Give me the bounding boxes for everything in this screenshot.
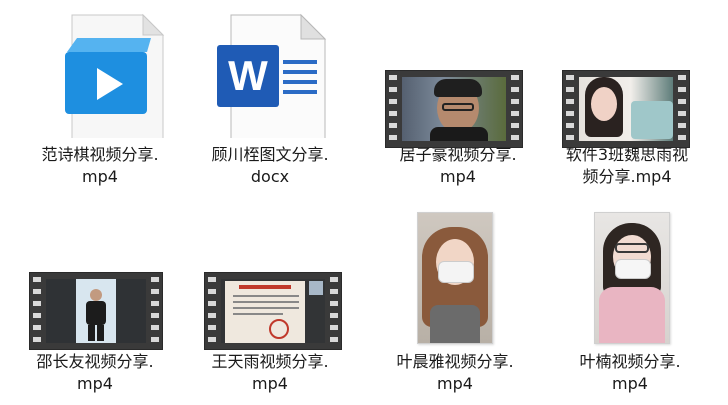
- file-name: 软件3班魏思雨视 频分享.mp4: [565, 145, 689, 186]
- file-item[interactable]: W 顾川桎图文分享. docx: [195, 8, 345, 188]
- file-item[interactable]: 邵长友视频分享. mp4: [20, 215, 170, 395]
- file-name: 顾川桎图文分享. docx: [211, 145, 329, 186]
- file-item[interactable]: 叶晨雅视频分享. mp4: [380, 212, 530, 395]
- file-item[interactable]: 王天雨视频分享. mp4: [195, 215, 345, 395]
- video-thumbnail: [552, 8, 702, 148]
- film-strip-icon: [562, 70, 690, 148]
- file-name: 邵长友视频分享. mp4: [36, 352, 154, 393]
- film-strip-icon: [204, 272, 342, 350]
- video-player-icon: [25, 8, 175, 138]
- file-name: 范诗棋视频分享. mp4: [41, 145, 159, 186]
- video-thumbnail: [383, 8, 533, 148]
- film-strip-icon: [29, 272, 163, 350]
- word-document-icon: W: [195, 8, 345, 138]
- file-item[interactable]: 叶楠视频分享. mp4: [555, 212, 705, 395]
- video-thumbnail: [555, 212, 705, 345]
- file-item[interactable]: 范诗棋视频分享. mp4: [25, 8, 175, 188]
- video-thumbnail: [20, 215, 170, 350]
- video-thumbnail: [195, 215, 345, 350]
- file-name: 王天雨视频分享. mp4: [211, 352, 329, 393]
- file-item[interactable]: 居子豪视频分享. mp4: [383, 8, 533, 188]
- film-strip-icon: [385, 70, 523, 148]
- file-name: 居子豪视频分享. mp4: [399, 145, 517, 186]
- video-thumbnail: [380, 212, 530, 345]
- file-item[interactable]: 软件3班魏思雨视 频分享.mp4: [552, 8, 702, 188]
- file-name: 叶楠视频分享. mp4: [579, 352, 681, 393]
- file-name: 叶晨雅视频分享. mp4: [396, 352, 514, 393]
